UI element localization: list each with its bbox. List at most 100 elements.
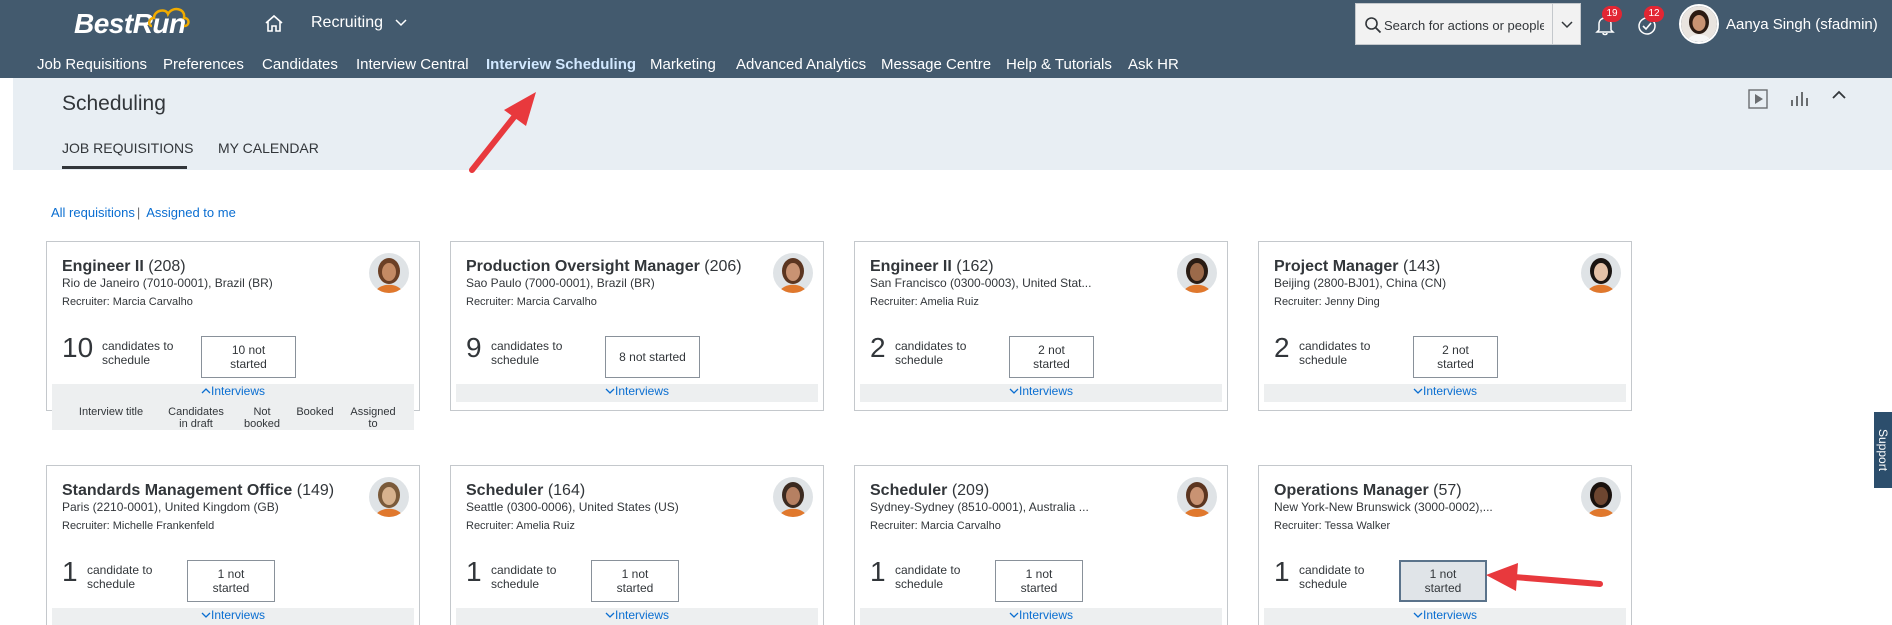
interviews-toggle[interactable]: Interviews: [456, 608, 818, 625]
active-tab-indicator: [62, 166, 187, 169]
recruiter-avatar: [1177, 253, 1217, 293]
annotation-arrow-status: [1486, 563, 1603, 591]
collapse-header-icon[interactable]: [1828, 84, 1850, 106]
all-requisitions-link[interactable]: All requisitions: [51, 205, 135, 220]
col-not-booked: Not booked: [243, 406, 281, 430]
nav-job-requisitions[interactable]: Job Requisitions: [37, 56, 147, 73]
chevron-up-icon: [201, 388, 211, 394]
recruiter-avatar: [773, 253, 813, 293]
nav-advanced-analytics[interactable]: Advanced Analytics: [736, 56, 866, 73]
requisition-title[interactable]: Engineer II (208): [62, 258, 362, 276]
play-icon[interactable]: [1747, 88, 1769, 110]
candidate-count-label: candidate to schedule: [895, 563, 961, 591]
chevron-down-icon[interactable]: [394, 16, 408, 30]
requisition-card[interactable]: Operations Manager (57) New York-New Bru…: [1258, 465, 1632, 625]
recruiter-name: Recruiter: Amelia Ruiz: [466, 520, 575, 532]
requisition-location: Paris (2210-0001), United Kingdom (GB): [62, 500, 279, 514]
candidate-count: 2: [870, 332, 886, 363]
requisition-card[interactable]: Production Oversight Manager (206) Sao P…: [450, 241, 824, 411]
requisition-card[interactable]: Project Manager (143) Beijing (2800-BJ01…: [1258, 241, 1632, 411]
main-navigation: Job Requisitions Preferences Candidates …: [0, 52, 1892, 78]
chevron-down-icon: [201, 612, 211, 618]
nav-interview-central[interactable]: Interview Central: [356, 56, 469, 73]
interviews-toggle[interactable]: Interviews: [860, 608, 1222, 625]
user-name[interactable]: Aanya Singh (sfadmin): [1726, 16, 1878, 33]
not-started-button[interactable]: 10 not started: [201, 336, 296, 378]
interviews-link[interactable]: Interviews: [615, 608, 669, 622]
recruiter-avatar: [1177, 477, 1217, 517]
chevron-down-icon: [1413, 388, 1423, 394]
candidate-count: 10: [62, 332, 94, 363]
not-started-button[interactable]: 2 not started: [1009, 336, 1094, 378]
requisition-title[interactable]: Project Manager (143): [1274, 258, 1574, 276]
not-started-button[interactable]: 2 not started: [1413, 336, 1498, 378]
tab-job-requisitions[interactable]: JOB REQUISITIONS: [62, 140, 193, 156]
requisition-title[interactable]: Standards Management Office (149): [62, 482, 362, 500]
assigned-to-me-link[interactable]: Assigned to me: [146, 205, 236, 220]
not-started-button[interactable]: 1 not started: [1399, 560, 1487, 602]
requisition-title[interactable]: Scheduler (209): [870, 482, 1170, 500]
requisition-title[interactable]: Engineer II (162): [870, 258, 1170, 276]
search-input[interactable]: [1384, 14, 1544, 36]
interviews-link[interactable]: Interviews: [211, 608, 265, 622]
nav-ask-hr[interactable]: Ask HR: [1128, 56, 1179, 73]
interviews-link[interactable]: Interviews: [1019, 608, 1073, 622]
logo-cloud-icon: [148, 7, 190, 28]
candidate-count: 1: [62, 556, 78, 587]
filter-separator: |: [136, 205, 141, 220]
interviews-link[interactable]: Interviews: [1423, 384, 1477, 398]
interviews-toggle[interactable]: Interviews: [1264, 384, 1626, 402]
recruiter-name: Recruiter: Marcia Carvalho: [62, 296, 193, 308]
requisition-location: Beijing (2800-BJ01), China (CN): [1274, 276, 1447, 290]
recruiter-avatar: [773, 477, 813, 517]
interviews-toggle[interactable]: Interviews: [1264, 608, 1626, 625]
page-title: Scheduling: [62, 92, 166, 115]
search-box[interactable]: [1355, 3, 1581, 45]
not-started-button[interactable]: 8 not started: [605, 336, 700, 378]
interviews-link[interactable]: Interviews: [211, 384, 265, 398]
requisition-card[interactable]: Scheduler (164) Seattle (0300-0006), Uni…: [450, 465, 824, 625]
requisition-card[interactable]: Scheduler (209) Sydney-Sydney (8510-0001…: [854, 465, 1228, 625]
chevron-down-icon: [605, 388, 615, 394]
module-selector[interactable]: Recruiting: [311, 14, 383, 32]
requisition-card[interactable]: Engineer II (208) Rio de Janeiro (7010-0…: [46, 241, 420, 430]
interviews-link[interactable]: Interviews: [1019, 384, 1073, 398]
shell-bar: BestRun Recruiting 19 12: [0, 0, 1892, 78]
nav-interview-scheduling[interactable]: Interview Scheduling: [486, 56, 636, 73]
requisition-card[interactable]: Standards Management Office (149) Paris …: [46, 465, 420, 625]
candidate-count: 9: [466, 332, 482, 363]
nav-help-tutorials[interactable]: Help & Tutorials: [1006, 56, 1112, 73]
requisition-title[interactable]: Production Oversight Manager (206): [466, 258, 766, 276]
requisition-title[interactable]: Operations Manager (57): [1274, 482, 1574, 500]
candidate-count-label: candidates to schedule: [491, 339, 563, 367]
user-avatar[interactable]: [1679, 4, 1719, 44]
tab-my-calendar[interactable]: MY CALENDAR: [218, 140, 319, 156]
requisition-location: San Francisco (0300-0003), United Stat..…: [870, 276, 1092, 290]
not-started-button[interactable]: 1 not started: [187, 560, 275, 602]
nav-message-centre[interactable]: Message Centre: [881, 56, 991, 73]
search-scope-dropdown[interactable]: [1552, 4, 1580, 44]
requisition-card[interactable]: Engineer II (162) San Francisco (0300-00…: [854, 241, 1228, 411]
tasks-badge: 12: [1644, 6, 1664, 22]
home-icon[interactable]: [264, 13, 284, 33]
interviews-toggle[interactable]: Interviews Interview title Candidates in…: [52, 384, 414, 430]
candidate-count: 1: [1274, 556, 1290, 587]
interviews-toggle[interactable]: Interviews: [860, 384, 1222, 402]
bar-chart-icon[interactable]: [1788, 88, 1810, 110]
recruiter-name: Recruiter: Michelle Frankenfeld: [62, 520, 215, 532]
interviews-toggle[interactable]: Interviews: [52, 608, 414, 625]
interviews-link[interactable]: Interviews: [615, 384, 669, 398]
interviews-link[interactable]: Interviews: [1423, 608, 1477, 622]
requisition-location: Seattle (0300-0006), United States (US): [466, 500, 679, 514]
support-tab[interactable]: Support: [1874, 412, 1892, 488]
recruiter-name: Recruiter: Marcia Carvalho: [466, 296, 597, 308]
nav-preferences[interactable]: Preferences: [163, 56, 244, 73]
nav-candidates[interactable]: Candidates: [262, 56, 338, 73]
candidate-count-label: candidate to schedule: [87, 563, 153, 591]
requisition-title[interactable]: Scheduler (164): [466, 482, 766, 500]
recruiter-avatar: [369, 253, 409, 293]
interviews-toggle[interactable]: Interviews: [456, 384, 818, 402]
nav-marketing[interactable]: Marketing: [650, 56, 716, 73]
not-started-button[interactable]: 1 not started: [591, 560, 679, 602]
not-started-button[interactable]: 1 not started: [995, 560, 1083, 602]
